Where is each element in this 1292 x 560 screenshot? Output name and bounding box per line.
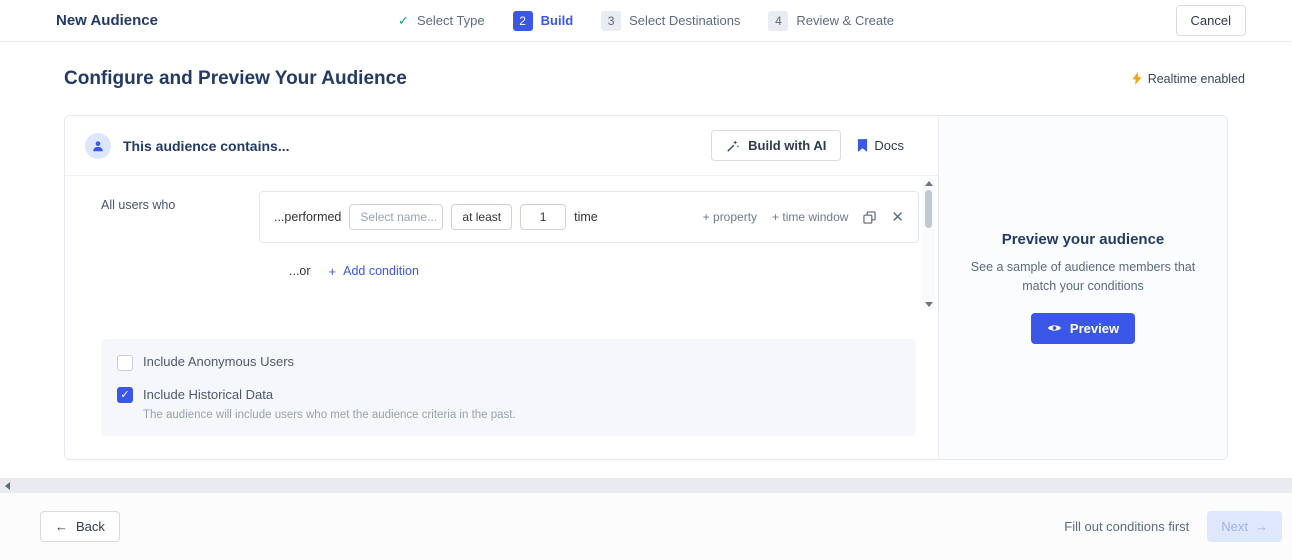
audience-user-icon xyxy=(85,132,111,159)
add-time-window-link[interactable]: + time window xyxy=(772,210,848,224)
build-with-ai-button[interactable]: Build with AI xyxy=(711,130,842,161)
step-number-badge: 2 xyxy=(512,10,533,31)
scroll-down-arrow-icon[interactable] xyxy=(924,302,933,307)
audience-builder-card: This audience contains... Build with AI … xyxy=(64,115,1228,460)
builder-title: This audience contains... xyxy=(123,137,290,154)
conditions-hint-text: Fill out conditions first xyxy=(1064,519,1190,534)
plus-icon: + xyxy=(328,263,337,279)
duplicate-condition-icon[interactable] xyxy=(863,210,877,224)
page-header: Configure and Preview Your Audience Real… xyxy=(0,42,1292,115)
include-historical-text: Include Historical Data The audience wil… xyxy=(143,386,516,421)
time-unit-label: time xyxy=(574,210,598,224)
lightning-bolt-icon xyxy=(1132,72,1142,85)
step-label: Select Type xyxy=(416,13,485,28)
window-title: New Audience xyxy=(56,12,158,29)
check-icon: ✓ xyxy=(120,388,130,401)
step-number-badge: 4 xyxy=(768,10,789,31)
preview-button-label: Preview xyxy=(1069,320,1120,336)
builder-header: This audience contains... Build with AI … xyxy=(65,116,938,176)
preview-panel: Preview your audience See a sample of au… xyxy=(938,116,1227,459)
back-label: Back xyxy=(76,519,105,534)
docs-label: Docs xyxy=(874,138,904,153)
step-select-destinations[interactable]: 3 Select Destinations xyxy=(601,10,741,31)
page-title: Configure and Preview Your Audience xyxy=(64,67,407,89)
preview-description: See a sample of audience members that ma… xyxy=(970,260,1196,293)
add-condition-label: Add condition xyxy=(343,264,419,278)
step-select-type[interactable]: ✓ Select Type xyxy=(398,13,485,29)
top-bar: New Audience ✓ Select Type 2 Build 3 Sel… xyxy=(0,0,1292,42)
realtime-badge: Realtime enabled xyxy=(1132,72,1245,86)
check-icon: ✓ xyxy=(398,12,409,28)
arrow-left-icon: ← xyxy=(55,519,68,534)
magic-wand-icon xyxy=(727,139,740,152)
preview-button[interactable]: Preview xyxy=(1030,312,1136,344)
step-review-create[interactable]: 4 Review & Create xyxy=(768,10,894,31)
step-label: Select Destinations xyxy=(629,13,741,28)
builder-header-actions: Build with AI Docs xyxy=(711,130,904,161)
step-build[interactable]: 2 Build xyxy=(512,10,574,31)
or-row: ...or + Add condition xyxy=(289,264,419,278)
condition-builder: This audience contains... Build with AI … xyxy=(65,116,938,459)
add-condition-button[interactable]: + Add condition xyxy=(329,264,419,278)
all-users-who-label: All users who xyxy=(101,198,176,212)
count-input[interactable] xyxy=(520,204,567,230)
step-label: Build xyxy=(540,13,574,28)
preview-title: Preview your audience xyxy=(1001,231,1165,249)
include-anonymous-label: Include Anonymous Users xyxy=(143,354,295,369)
next-label: Next xyxy=(1221,519,1248,534)
include-historical-checkbox[interactable]: ✓ xyxy=(117,387,133,403)
realtime-label: Realtime enabled xyxy=(1147,71,1245,86)
audience-options-panel: Include Anonymous Users ✓ Include Histor… xyxy=(101,339,916,436)
horizontal-scrollbar[interactable] xyxy=(0,478,1292,493)
operator-select[interactable]: at least xyxy=(451,204,513,230)
footer-right: Fill out conditions first Next → xyxy=(1064,511,1282,542)
scroll-left-arrow-icon[interactable] xyxy=(5,481,10,490)
build-with-ai-label: Build with AI xyxy=(748,138,827,153)
wizard-stepper: ✓ Select Type 2 Build 3 Select Destinati… xyxy=(398,10,894,31)
footer-bar: ← Back Fill out conditions first Next → xyxy=(0,493,1292,560)
conditions-area: All users who ...performed Select name..… xyxy=(65,176,938,339)
vertical-scrollbar[interactable] xyxy=(922,178,935,310)
add-property-link[interactable]: + property xyxy=(703,210,757,224)
include-historical-label: Include Historical Data xyxy=(143,387,274,402)
back-button[interactable]: ← Back xyxy=(40,511,120,542)
step-label: Review & Create xyxy=(796,13,894,28)
docs-link[interactable]: Docs xyxy=(857,138,904,153)
arrow-right-icon: → xyxy=(1255,519,1268,534)
or-label: ...or xyxy=(289,264,311,278)
remove-condition-icon[interactable]: ✕ xyxy=(891,210,904,225)
event-name-select[interactable]: Select name... xyxy=(349,204,444,230)
condition-row-actions: + property + time window ✕ xyxy=(703,210,904,225)
include-historical-row: ✓ Include Historical Data The audience w… xyxy=(117,386,900,421)
step-number-badge: 3 xyxy=(601,10,622,31)
next-button[interactable]: Next → xyxy=(1207,511,1282,542)
eye-icon xyxy=(1047,325,1061,331)
include-anonymous-checkbox[interactable] xyxy=(117,355,133,371)
condition-row: ...performed Select name... at least tim… xyxy=(259,191,919,243)
scroll-up-arrow-icon[interactable] xyxy=(924,181,933,186)
performed-label: ...performed xyxy=(274,210,342,224)
bookmark-icon xyxy=(858,139,868,152)
cancel-button[interactable]: Cancel xyxy=(1175,5,1246,36)
include-anonymous-row: Include Anonymous Users xyxy=(117,354,900,371)
include-historical-description: The audience will include users who met … xyxy=(143,409,516,421)
scrollbar-thumb[interactable] xyxy=(925,190,932,228)
